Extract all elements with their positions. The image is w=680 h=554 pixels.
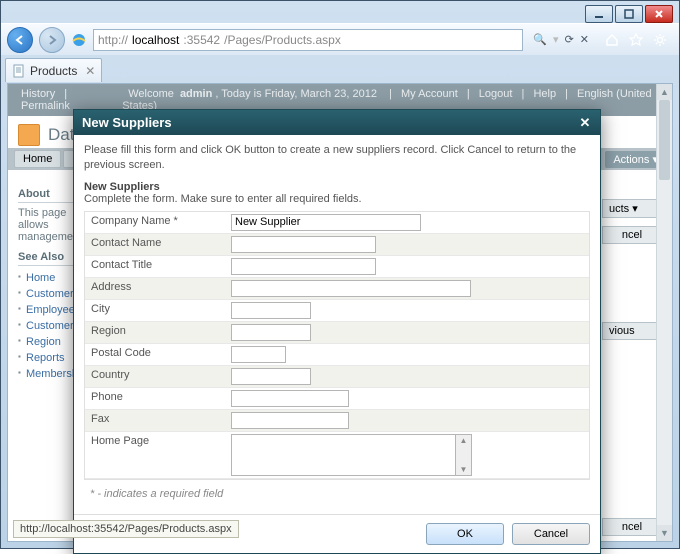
modal-title-text: New Suppliers [82,115,172,130]
window-minimize-button[interactable] [585,5,613,23]
refresh-icon[interactable]: ⟳ [565,33,574,46]
label-city: City [85,300,225,321]
url-port: :35542 [183,33,220,47]
label-address: Address [85,278,225,299]
tab-strip: Products ✕ [1,55,679,82]
input-home-page[interactable] [231,434,456,476]
sidebar-item-region[interactable]: Region [18,334,76,350]
sidebar-item-employees[interactable]: Employees [18,302,76,318]
tab-close-icon[interactable]: ✕ [85,64,95,78]
browser-navbar: http:// localhost :35542/Pages/Products.as… [1,23,679,55]
right-cancel-2[interactable]: ncel [602,518,662,536]
logout-link[interactable]: Logout [479,88,513,100]
address-bar-icons: 🔍 ▾ ⟳ ✕ [529,33,593,46]
window-close-button[interactable] [645,5,673,23]
label-postal-code: Postal Code [85,344,225,365]
stop-icon[interactable]: ✕ [580,33,589,46]
history-link[interactable]: History [21,88,55,100]
window-maximize-button[interactable] [615,5,643,23]
window-titlebar [1,1,679,23]
help-link[interactable]: Help [533,88,556,100]
welcome-text: Welcome admin, Today is Friday, March 23… [125,88,380,100]
input-fax[interactable] [231,412,349,429]
window-frame: http:// localhost :35542/Pages/Products.as… [0,0,680,549]
permalink-link[interactable]: Permalink [21,100,70,112]
modal-body: Please fill this form and click OK butto… [74,135,600,514]
ta-down-icon[interactable]: ▼ [460,465,468,474]
cancel-button[interactable]: Cancel [512,523,590,545]
my-account-link[interactable]: My Account [401,88,458,100]
nav-forward-button[interactable] [39,27,65,53]
tab-title: Products [30,64,77,78]
nav-back-button[interactable] [7,27,33,53]
gear-icon[interactable] [653,33,667,47]
sidebar-item-customers[interactable]: Customers [18,286,76,302]
label-region: Region [85,322,225,343]
input-contact-title[interactable] [231,258,376,275]
right-cancel-1[interactable]: ncel [602,226,662,244]
textarea-scrollbar[interactable]: ▲▼ [456,434,472,476]
scroll-up-icon[interactable]: ▲ [657,84,672,100]
label-company-name: Company Name * [85,212,225,233]
label-fax: Fax [85,410,225,431]
sep: ▾ [553,33,559,46]
label-home-page: Home Page [85,432,225,478]
right-drop-1[interactable]: ucts ▾ [602,199,662,218]
right-column: ucts ▾ ncel vious ncel [602,199,662,542]
sidebar-item-home[interactable]: Home [18,270,76,286]
input-city[interactable] [231,302,311,319]
seealso-head: See Also [18,251,76,266]
menu-home[interactable]: Home [14,150,61,168]
input-postal-code[interactable] [231,346,286,363]
home-icon[interactable] [605,33,619,47]
input-address[interactable] [231,280,471,297]
page-icon [12,64,26,78]
toolbar-right [599,33,673,47]
modal-instructions: Please fill this form and click OK butto… [84,143,590,173]
sidebar-item-customer[interactable]: Customer [18,318,76,334]
browser-tab[interactable]: Products ✕ [5,58,102,82]
label-contact-name: Contact Name [85,234,225,255]
input-phone[interactable] [231,390,349,407]
page-scrollbar[interactable]: ▲ ▼ [656,84,672,541]
label-contact-title: Contact Title [85,256,225,277]
input-company-name[interactable] [231,214,421,231]
label-phone: Phone [85,388,225,409]
label-country: Country [85,366,225,387]
url-host: localhost [132,33,179,47]
required-note: * - indicates a required field [84,480,590,508]
modal-close-button[interactable]: ✕ [578,116,592,130]
form-area: Company Name * Contact Name Contact Titl… [84,211,590,480]
ok-button[interactable]: OK [426,523,504,545]
favorites-icon[interactable] [629,33,643,47]
url-path: /Pages/Products.aspx [224,33,341,47]
address-bar[interactable]: http:// localhost :35542/Pages/Products.as… [93,29,523,51]
status-bar-url: http://localhost:35542/Pages/Products.as… [13,520,239,538]
url-scheme: http:// [98,33,128,47]
input-region[interactable] [231,324,311,341]
ie-icon [71,32,87,48]
about-head: About [18,188,76,203]
sidebar-item-membership[interactable]: Membership [18,366,76,382]
new-suppliers-modal: New Suppliers ✕ Please fill this form an… [73,109,601,554]
input-country[interactable] [231,368,311,385]
modal-section-sub: Complete the form. Make sure to enter al… [84,193,590,205]
scroll-down-icon[interactable]: ▼ [657,525,672,541]
sidebar-item-reports[interactable]: Reports [18,350,76,366]
about-text: This page allows management [18,207,76,243]
search-icon[interactable]: 🔍 [533,33,547,46]
modal-titlebar: New Suppliers ✕ [74,110,600,135]
scroll-thumb[interactable] [659,100,670,180]
input-contact-name[interactable] [231,236,376,253]
banner-icon [18,124,40,146]
modal-section-head: New Suppliers [84,181,590,193]
right-drop-2[interactable]: vious [602,322,662,340]
ta-up-icon[interactable]: ▲ [460,436,468,445]
